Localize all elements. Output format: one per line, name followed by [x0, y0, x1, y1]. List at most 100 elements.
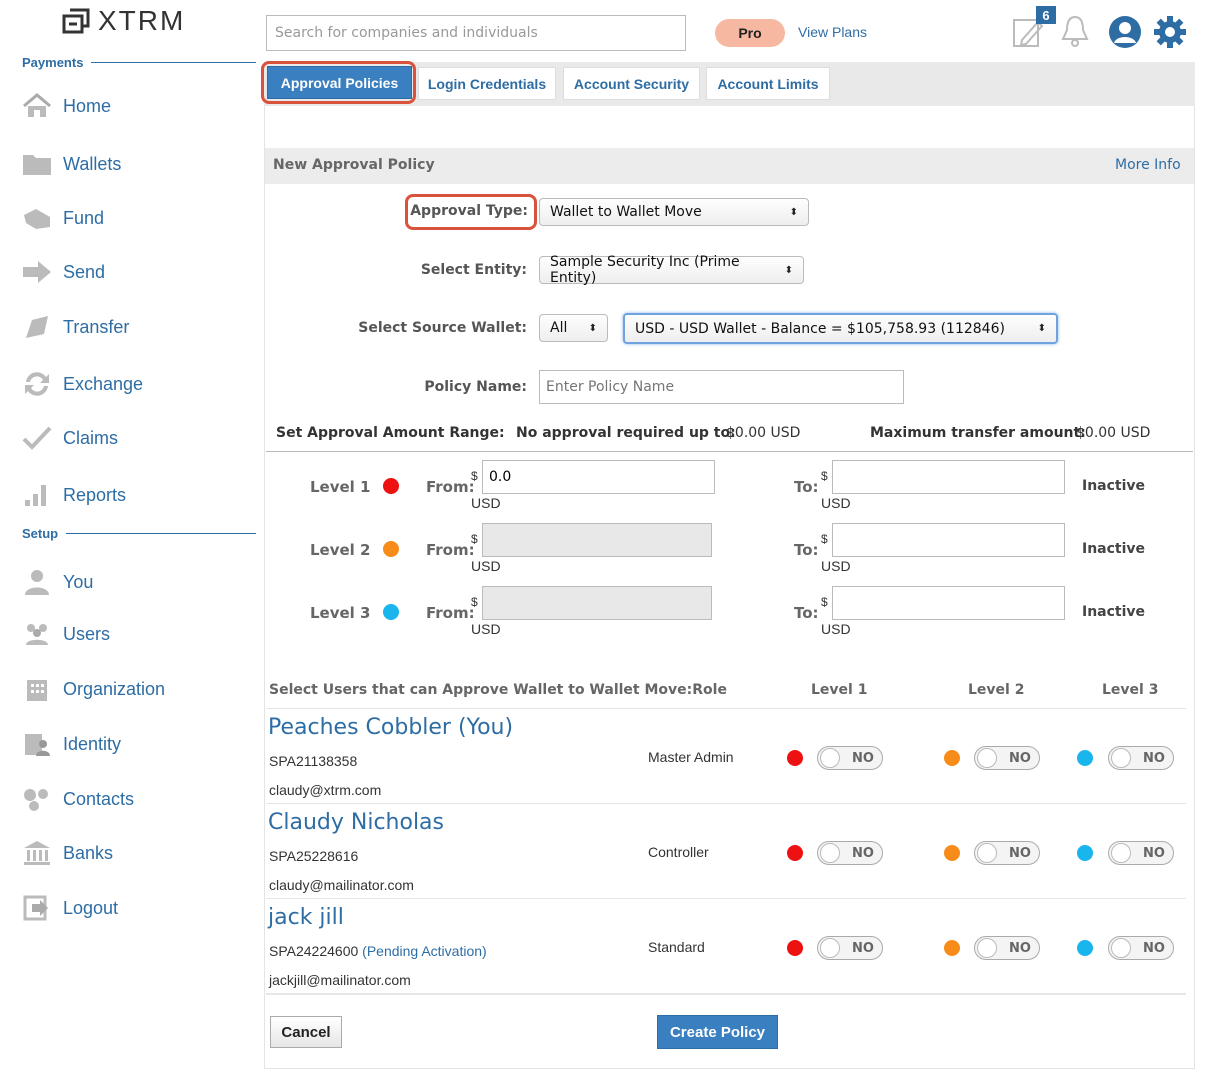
level-color-dot — [1077, 940, 1093, 956]
sidebar-item-users[interactable]: Users — [22, 619, 110, 649]
currency-label: USD — [471, 558, 501, 574]
from-label: From: — [426, 478, 475, 496]
sidebar-item-transfer[interactable]: Transfer — [22, 312, 129, 342]
sidebar-item-reports[interactable]: Reports — [22, 480, 126, 510]
level-from-input[interactable] — [482, 586, 712, 620]
create-policy-button[interactable]: Create Policy — [657, 1015, 778, 1049]
tab-approval-policies[interactable]: Approval Policies — [267, 66, 412, 99]
sidebar-item-logout[interactable]: Logout — [22, 893, 118, 923]
currency-label: USD — [821, 621, 851, 637]
pending-activation-link[interactable]: (Pending Activation) — [362, 943, 487, 959]
toggle-label: NO — [1143, 845, 1165, 861]
toggle-knob — [820, 938, 840, 958]
source-wallet-filter-select[interactable]: All ⬍ — [539, 314, 608, 342]
transfer-icon — [22, 314, 52, 340]
toggle-label: NO — [1009, 845, 1031, 861]
sidebar-item-label: Reports — [63, 484, 127, 505]
level-color-dot — [944, 940, 960, 956]
logo-text: XTRM — [98, 5, 186, 36]
user-name-link[interactable]: Claudy Nicholas — [268, 810, 444, 835]
pro-badge-button[interactable]: Pro — [715, 19, 785, 47]
sidebar-item-label: Contacts — [63, 788, 135, 809]
level-from-input[interactable] — [482, 523, 712, 557]
sidebar-item-banks[interactable]: Banks — [22, 838, 113, 868]
approver-toggle[interactable]: NO — [1108, 936, 1174, 960]
sidebar-item-you[interactable]: You — [22, 567, 93, 597]
level-status: Inactive — [1082, 541, 1146, 557]
view-plans-link[interactable]: View Plans — [798, 24, 867, 40]
level-color-dot — [787, 750, 803, 766]
sidebar-item-exchange[interactable]: Exchange — [22, 369, 143, 399]
sidebar-item-claims[interactable]: Claims — [22, 423, 118, 453]
user-name-link[interactable]: Peaches Cobbler (You) — [268, 715, 513, 740]
level-color-dot — [787, 845, 803, 861]
profile-avatar[interactable] — [1108, 15, 1142, 54]
approver-toggle[interactable]: NO — [974, 841, 1040, 865]
xtrm-logo-icon — [62, 8, 90, 34]
sidebar-item-label: Fund — [63, 207, 105, 228]
approval-type-select[interactable]: Wallet to Wallet Move ⬍ — [539, 198, 809, 226]
approver-toggle[interactable]: NO — [817, 936, 883, 960]
sidebar-item-fund[interactable]: Fund — [22, 203, 104, 233]
user-name-link[interactable]: jack jill — [268, 905, 344, 930]
tab-login-credentials[interactable]: Login Credentials — [418, 67, 556, 100]
toggle-label: NO — [852, 845, 874, 861]
user-email: jackjill@mailinator.com — [269, 972, 411, 988]
level-label: Level 1 — [310, 478, 371, 496]
sidebar-item-identity[interactable]: Identity — [22, 729, 121, 759]
level-status: Inactive — [1082, 478, 1146, 494]
toggle-knob — [820, 748, 840, 768]
toggle-knob — [977, 938, 997, 958]
toggle-label: NO — [852, 940, 874, 956]
sidebar-item-wallets[interactable]: Wallets — [22, 149, 121, 179]
select-arrows-icon: ⬍ — [784, 264, 793, 276]
contacts-icon — [22, 786, 52, 812]
sidebar-item-label: Organization — [63, 678, 166, 699]
no-approval-label: No approval required up to: — [516, 425, 736, 441]
approver-toggle[interactable]: NO — [974, 936, 1040, 960]
approver-toggle[interactable]: NO — [1108, 746, 1174, 770]
xtrm-logo[interactable]: XTRM — [62, 4, 185, 38]
role-header: Role — [692, 682, 727, 698]
sidebar-item-organization[interactable]: Organization — [22, 674, 165, 704]
level-to-input[interactable] — [832, 586, 1065, 620]
sidebar-item-label: Logout — [63, 897, 119, 918]
policy-name-input[interactable] — [539, 370, 904, 404]
toggle-knob — [1111, 938, 1131, 958]
sidebar-item-home[interactable]: Home — [22, 91, 111, 121]
level-from-input[interactable] — [482, 460, 715, 494]
tasks-button[interactable]: 6 — [1012, 6, 1056, 48]
more-info-link[interactable]: More Info — [1115, 157, 1181, 173]
search-input[interactable] — [266, 15, 686, 51]
to-label: To: — [794, 541, 819, 559]
sidebar-item-contacts[interactable]: Contacts — [22, 784, 134, 814]
settings-button[interactable] — [1153, 15, 1187, 54]
currency-label: USD — [471, 621, 501, 637]
approver-toggle[interactable]: NO — [817, 746, 883, 770]
home-icon — [22, 93, 52, 119]
level-to-input[interactable] — [832, 523, 1065, 557]
sidebar-section-setup: Setup — [22, 526, 256, 541]
approver-toggle[interactable]: NO — [817, 841, 883, 865]
exchange-icon — [22, 371, 52, 397]
approver-toggle[interactable]: NO — [1108, 841, 1174, 865]
source-wallet-select[interactable]: USD - USD Wallet - Balance = $105,758.93… — [623, 313, 1058, 344]
toggle-knob — [1111, 748, 1131, 768]
approver-toggle[interactable]: NO — [974, 746, 1040, 770]
sidebar-item-label: You — [63, 571, 94, 592]
notifications-button[interactable] — [1060, 14, 1090, 53]
tab-account-security[interactable]: Account Security — [563, 67, 700, 100]
cancel-button[interactable]: Cancel — [270, 1016, 342, 1048]
level-to-input[interactable] — [832, 460, 1065, 494]
divider — [266, 898, 1186, 899]
sidebar-item-label: Users — [63, 623, 111, 644]
tab-account-limits[interactable]: Account Limits — [706, 67, 830, 100]
bank-icon — [22, 840, 52, 866]
select-value: USD - USD Wallet - Balance = $105,758.93… — [635, 320, 1005, 337]
bell-icon — [1061, 15, 1089, 47]
sidebar-item-send[interactable]: Send — [22, 257, 105, 287]
panel-title: New Approval Policy — [273, 157, 435, 173]
user-role: Standard — [648, 939, 705, 955]
select-entity-select[interactable]: Sample Security Inc (Prime Entity) ⬍ — [539, 254, 804, 286]
divider — [266, 451, 1193, 452]
